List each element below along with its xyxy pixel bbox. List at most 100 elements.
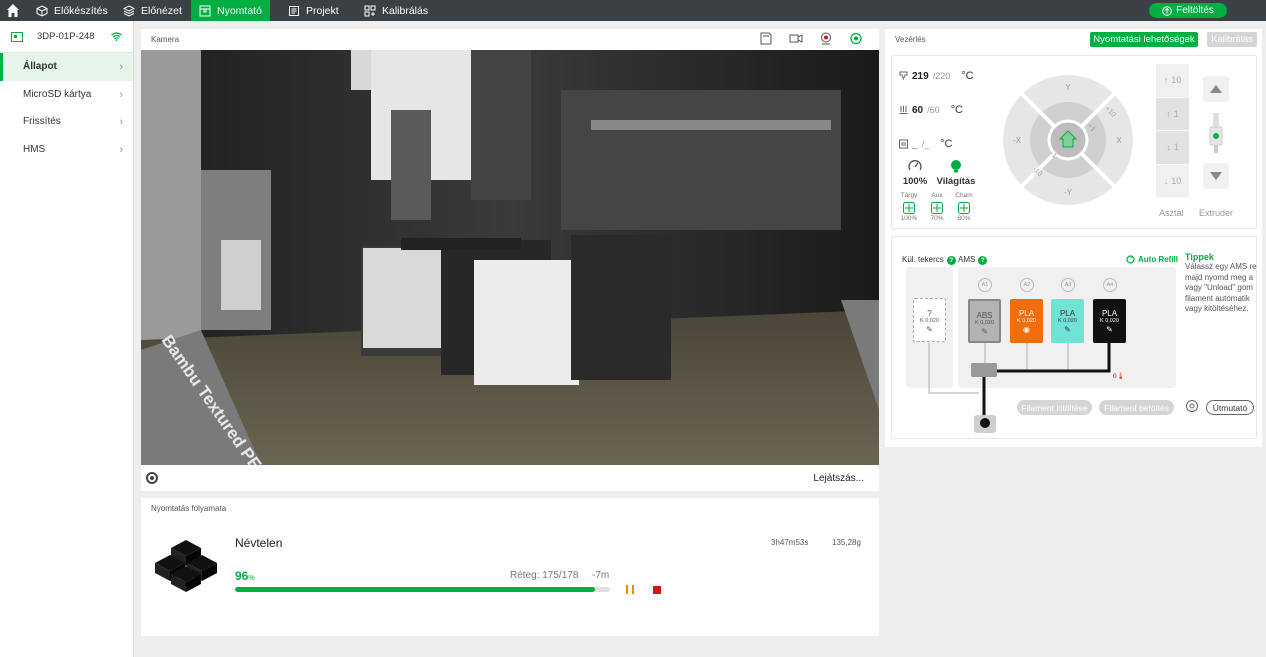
job-name: Névtelen (235, 536, 283, 550)
tab-label: Előkészítés (54, 4, 108, 17)
ams-slot-a2[interactable]: PLA K 0,020 ◉ (1010, 299, 1043, 343)
time-remaining: -7m (592, 570, 610, 581)
replay-button[interactable]: Lejátszás... (813, 473, 864, 484)
camera-settings-icon[interactable] (849, 32, 863, 45)
light-toggle[interactable]: Világítás (936, 159, 976, 187)
spool-type: PLA (1059, 309, 1076, 318)
spool-k: K 0,020 (1017, 318, 1036, 324)
settings-gear-icon[interactable] (1185, 399, 1199, 413)
sidebar-item-hms[interactable]: HMS › (0, 136, 133, 164)
load-filament-button[interactable]: Filament kitöltése (1017, 400, 1092, 415)
aux-fan[interactable]: Aux 70% (925, 192, 949, 223)
part-fan[interactable]: Tárgy 100% (897, 192, 921, 223)
jog-minus-x-label[interactable]: -X (1013, 136, 1022, 145)
device-sidebar: 3DP-01P-248 Állapot › MicroSD kártya › Fri… (0, 21, 134, 657)
sd-card-icon[interactable] (759, 32, 773, 45)
auto-refill-button[interactable]: Auto Refill (1126, 255, 1178, 264)
progress-bar-fill (235, 587, 595, 592)
device-selector[interactable]: 3DP-01P-248 (0, 21, 133, 53)
tab-preview[interactable]: Előnézet (115, 0, 190, 21)
chevron-right-icon: › (119, 61, 123, 73)
slot-id-a1: A1 (978, 278, 992, 292)
z-up-10-button[interactable]: ↑ 10 (1156, 64, 1189, 98)
sidebar-item-status[interactable]: Állapot › (0, 53, 133, 81)
pencil-icon[interactable]: ✎ (1064, 325, 1071, 334)
chamber-icon (899, 139, 908, 149)
unload-filament-button[interactable]: Filament betöltés (1099, 400, 1174, 415)
percent-unit: % (248, 575, 255, 582)
bed-unit: °C (950, 104, 963, 116)
spool-k: K 0,020 (920, 318, 939, 324)
guide-button[interactable]: Útmutató (1206, 400, 1254, 415)
tab-project[interactable]: Projekt (280, 0, 347, 21)
jog-y-label[interactable]: Y (1065, 83, 1071, 92)
tab-calibration[interactable]: Kalibrálás (356, 0, 436, 21)
triangle-up-icon (1210, 85, 1222, 93)
extruder-down-button[interactable] (1203, 163, 1229, 189)
layers-icon (123, 4, 135, 17)
ext-spool-slot[interactable]: ? K 0,020 ✎ (913, 298, 946, 342)
help-icon[interactable]: ? (978, 256, 988, 265)
z-down-1-button[interactable]: ↓ 1 (1156, 131, 1189, 165)
chamber-fan[interactable]: Cham 80% (952, 192, 976, 223)
calibration-button[interactable]: Kalibrálás (1207, 32, 1257, 47)
speed-control[interactable]: 100% (895, 159, 935, 187)
jog-x-label[interactable]: X (1116, 136, 1122, 145)
spool-type: ? (927, 309, 932, 318)
chevron-right-icon: › (119, 143, 123, 156)
tab-label: Előnézet (141, 4, 182, 17)
z-down-10-button[interactable]: ↓ 10 (1156, 165, 1189, 198)
printer-icon (199, 5, 211, 16)
auto-refill-text: Auto Refill (1138, 255, 1178, 264)
calibration-icon (364, 5, 376, 16)
video-record-icon[interactable] (789, 32, 803, 45)
help-icon[interactable]: ? (946, 256, 956, 265)
stop-button[interactable] (653, 586, 661, 594)
sidebar-item-label: Frissítés (23, 116, 61, 128)
light-label: Világítás (936, 176, 976, 187)
ams-text: AMS (958, 255, 976, 264)
webcam-icon[interactable] (819, 32, 833, 45)
jog-minus-y-label[interactable]: -Y (1064, 188, 1073, 197)
layer-counter: Réteg: 175/178 (510, 570, 579, 581)
pause-button[interactable] (626, 585, 634, 594)
tab-prepare[interactable]: Előkészítés (28, 0, 116, 21)
nozzle-icon (899, 71, 908, 81)
print-options-button[interactable]: Nyomtatási lehetőségek (1090, 32, 1198, 47)
home-icon[interactable] (6, 3, 20, 18)
fan-icon (958, 201, 970, 214)
z-step-label: 10 (1171, 75, 1182, 86)
eye-icon[interactable]: ◉ (1023, 325, 1030, 334)
ams-slot-a4[interactable]: PLA K 0,020 ✎ (1093, 299, 1126, 343)
sidebar-item-microsd[interactable]: MicroSD kártya › (0, 81, 133, 109)
record-toggle-icon[interactable] (146, 472, 158, 484)
bed-temp[interactable]: 60 /60 °C (899, 104, 963, 116)
upload-icon (1162, 5, 1172, 16)
upload-button[interactable]: Feltöltés (1149, 3, 1227, 18)
sidebar-item-update[interactable]: Frissítés › (0, 108, 133, 136)
xy-jog-pad[interactable]: Y -Y X -X +10 +1 -1 -10 (1002, 74, 1134, 206)
cube-outline-icon (36, 4, 48, 17)
z-up-1-button[interactable]: ↑ 1 (1156, 97, 1189, 131)
fan-label: Cham (955, 192, 973, 199)
pencil-icon[interactable]: ✎ (1106, 325, 1113, 334)
nozzle-temp[interactable]: 219 /220 °C (899, 70, 974, 82)
slot-id-a3: A3 (1061, 278, 1075, 292)
pencil-icon[interactable]: ✎ (926, 325, 933, 334)
fan-value: 80% (957, 214, 971, 222)
ams-slot-a1[interactable]: ABS K 0,020 ✎ (968, 299, 1001, 343)
slot-id-a4: A4 (1103, 278, 1117, 292)
pencil-icon[interactable]: ✎ (981, 327, 988, 336)
camera-feed: Bambu Textured PEI Plate (141, 50, 879, 465)
nozzle-target: /220 (932, 71, 951, 81)
tips-title: Tippek (1185, 252, 1214, 262)
chamber-unit: °C (940, 138, 953, 150)
humidity-indicator: 0🌡 (1113, 372, 1125, 380)
ams-slot-a3[interactable]: PLA K 0,020 ✎ (1051, 299, 1084, 343)
extruder-icon (1209, 113, 1223, 153)
chamber-current: _ (912, 139, 918, 150)
extruder-up-button[interactable] (1203, 76, 1229, 102)
spool-type: PLA (1018, 309, 1035, 318)
tab-label: Kalibrálás (382, 4, 429, 17)
tab-printer[interactable]: Nyomtató (191, 0, 270, 21)
